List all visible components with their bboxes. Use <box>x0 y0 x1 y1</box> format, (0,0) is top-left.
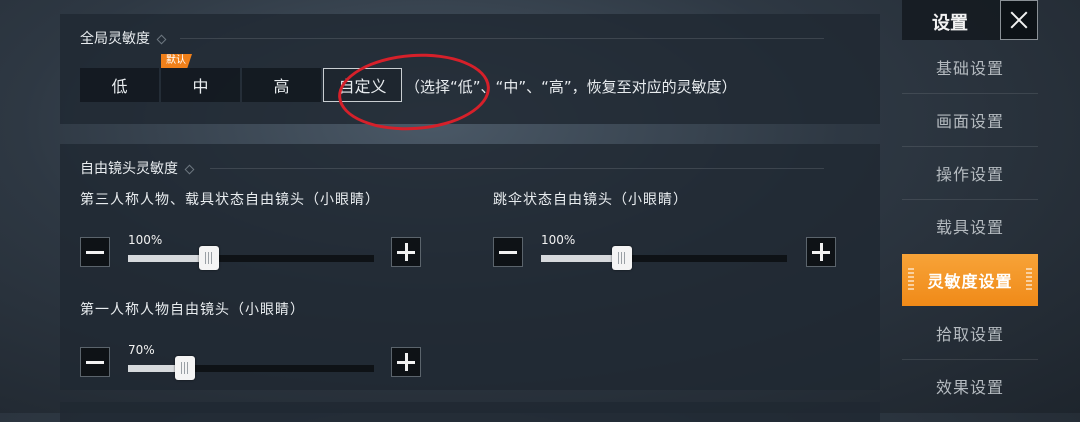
sensitivity-preset-group: 低 默认 中 高 自定义 <box>80 54 402 102</box>
default-badge: 默认 <box>161 54 192 68</box>
free-look-title: 自由镜头灵敏度 <box>80 158 195 178</box>
slider-thumb[interactable] <box>612 246 633 270</box>
slider-fill <box>128 255 210 262</box>
minus-icon <box>86 250 104 254</box>
diamond-icon <box>184 164 195 174</box>
global-sensitivity-title: 全局灵敏度 <box>80 28 167 48</box>
sidebar-item-vehicle[interactable]: 载具设置 <box>902 200 1038 252</box>
sidebar-item-pickup[interactable]: 拾取设置 <box>902 307 1038 359</box>
slider-track[interactable] <box>541 246 787 270</box>
sidebar-item-graphics[interactable]: 画面设置 <box>902 94 1038 146</box>
decrease-button[interactable] <box>80 347 110 377</box>
minus-icon <box>499 250 517 254</box>
diamond-icon <box>156 34 167 44</box>
sidebar-item-effects[interactable]: 效果设置 <box>902 360 1038 412</box>
minus-icon <box>86 360 104 364</box>
slider-fill <box>541 255 623 262</box>
settings-sidebar: 设置 基础设置 画面设置 操作设置 载具设置 灵敏度设置 拾取设置 效果设置 <box>902 0 1038 413</box>
preset-custom-button[interactable]: 自定义 <box>323 68 402 102</box>
slider-label-first-person: 第一人称人物自由镜头（小眼睛） <box>80 302 305 318</box>
slider-value: 100% <box>541 233 576 247</box>
decrease-button[interactable] <box>493 237 523 267</box>
sidebar-item-sensitivity[interactable]: 灵敏度设置 <box>902 254 1038 306</box>
decrease-button[interactable] <box>80 237 110 267</box>
divider <box>180 38 824 39</box>
preset-low-button[interactable]: 低 <box>80 68 159 102</box>
slider-label-third-person: 第三人称人物、载具状态自由镜头（小眼睛） <box>80 192 380 208</box>
increase-button[interactable] <box>391 237 421 267</box>
sidebar-item-basic[interactable]: 基础设置 <box>902 41 1038 93</box>
slider-value: 70% <box>128 343 155 357</box>
increase-button[interactable] <box>806 237 836 267</box>
preset-high-button[interactable]: 高 <box>242 68 321 102</box>
sidebar-title: 设置 <box>932 13 968 34</box>
divider <box>210 168 824 169</box>
slider-thumb[interactable] <box>199 246 220 270</box>
preset-hint: （选择“低”、“中”、“高”，恢复至对应的灵敏度） <box>405 78 737 96</box>
preset-medium-button[interactable]: 默认 中 <box>161 54 240 102</box>
global-sensitivity-panel: 全局灵敏度 低 默认 中 高 自定义 （选择“低”、“中”、“高”，恢复至对应的… <box>60 14 880 136</box>
slider-value: 100% <box>128 233 163 247</box>
slider-label-parachute: 跳伞状态自由镜头（小眼睛） <box>493 192 688 208</box>
next-panel <box>60 402 880 422</box>
slider-track[interactable] <box>128 246 374 270</box>
close-icon[interactable] <box>1000 0 1038 40</box>
slider-thumb[interactable] <box>174 356 195 380</box>
free-look-panel: 自由镜头灵敏度 第三人称人物、载具状态自由镜头（小眼睛） 100% 跳伞状态自由… <box>60 144 880 390</box>
increase-button[interactable] <box>391 347 421 377</box>
slider-track[interactable] <box>128 356 374 380</box>
sidebar-item-controls[interactable]: 操作设置 <box>902 147 1038 199</box>
